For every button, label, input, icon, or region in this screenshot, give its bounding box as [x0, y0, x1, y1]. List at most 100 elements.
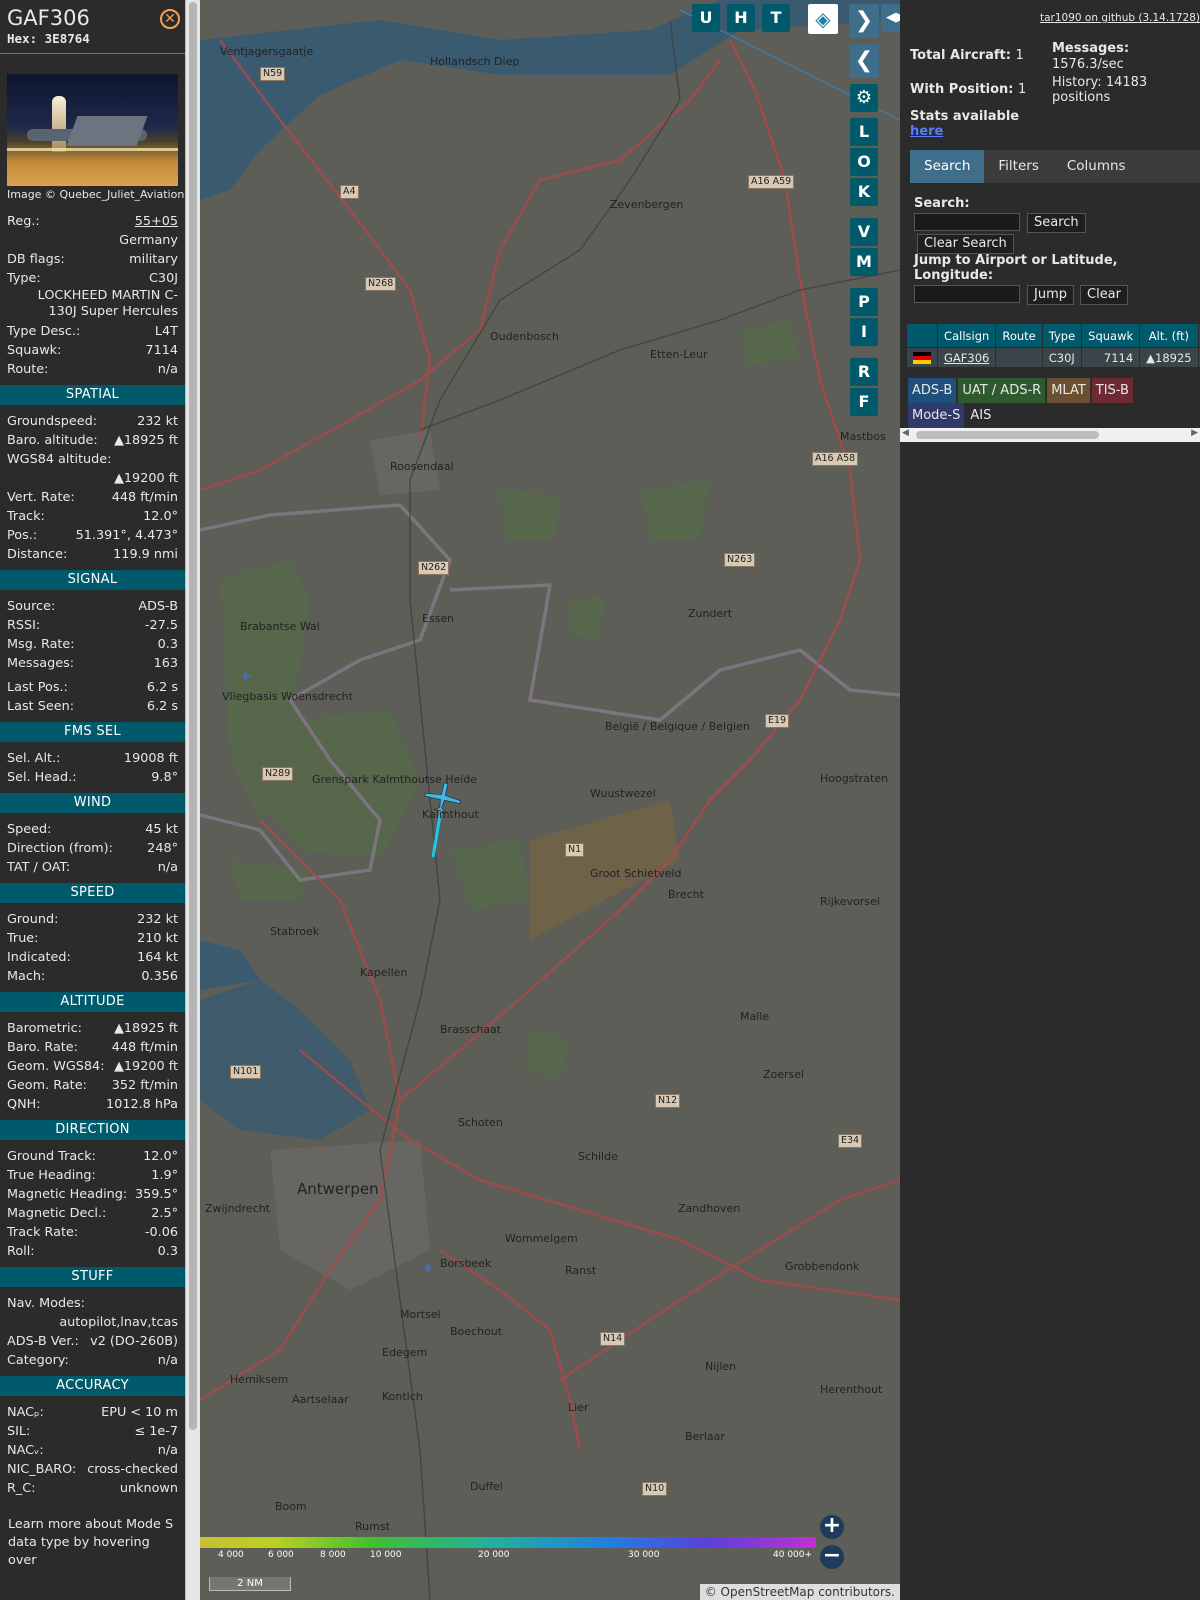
toggle-p-button[interactable]: P	[850, 288, 878, 316]
squawk-cell: 7114	[1081, 347, 1141, 368]
place-label: Wommelgem	[505, 1232, 578, 1245]
version-link[interactable]: tar1090 on github (3.14.1728)	[1040, 12, 1200, 24]
info-row: Ground Track: 12.0°	[0, 1147, 185, 1166]
place-label: Etten-Leur	[650, 348, 708, 361]
zoom-out-button[interactable]: −	[820, 1545, 844, 1569]
place-label: Roosendaal	[390, 460, 454, 473]
altitude-tick-label: 40 000+	[773, 1550, 813, 1560]
jump-input[interactable]	[914, 285, 1020, 303]
info-row: Type: C30J	[0, 269, 185, 288]
place-label: Mastbos	[840, 430, 886, 443]
tab-filters[interactable]: Filters	[984, 150, 1052, 183]
clear-button[interactable]: Clear	[1080, 285, 1128, 305]
city-label: Antwerpen	[297, 1180, 379, 1198]
road-number-label: N14	[600, 1332, 626, 1346]
search-input[interactable]	[914, 213, 1020, 231]
source-legend-item: AIS	[966, 403, 996, 428]
info-row-value: 12.0°	[143, 1149, 178, 1164]
road-number-label: N10	[642, 1482, 668, 1496]
place-label: Grenspark Kalmthoutse Heide	[312, 773, 478, 786]
toggle-v-button[interactable]: V	[850, 218, 878, 246]
toggle-f-button[interactable]: F	[850, 388, 878, 416]
info-row: Magnetic Heading: 359.5°	[0, 1185, 185, 1204]
table-row[interactable]: GAF306 C30J 7114 ▲18925	[906, 347, 1200, 368]
column-header[interactable]: Squawk	[1081, 323, 1141, 348]
toggle-m-button[interactable]: M	[850, 248, 878, 276]
info-row: ▲19200 ft	[0, 469, 185, 488]
column-header[interactable]: Callsign	[936, 323, 997, 348]
info-row-value[interactable]: 55+05	[135, 212, 178, 231]
info-row-value: 1.9°	[151, 1168, 178, 1183]
info-row-label: Category:	[7, 1353, 69, 1368]
info-row: NACₚ: EPU < 10 m	[0, 1403, 185, 1422]
place-label: Schoten	[458, 1116, 503, 1129]
expand-right-icon[interactable]: ❯	[849, 4, 879, 38]
map-canvas[interactable]: Hollandsch Diep Zevenbergen Oudenbosch Ette…	[200, 0, 900, 1600]
callsign-cell[interactable]: GAF306	[936, 347, 997, 368]
toggle-t-button[interactable]: T	[762, 4, 790, 32]
info-row-value: military	[129, 252, 178, 267]
info-row: Indicated: 164 kt	[0, 948, 185, 967]
info-row-value: 1012.8 hPa	[106, 1097, 178, 1112]
toggle-k-button[interactable]: K	[850, 178, 878, 206]
tab-search[interactable]: Search	[910, 150, 985, 183]
road-number-label: N268	[365, 277, 397, 291]
road-number-label: N262	[418, 561, 450, 575]
info-row-label: Last Pos.:	[7, 680, 68, 695]
info-row: Direction (from): 248°	[0, 839, 185, 858]
info-row-value: 210 kt	[137, 931, 178, 946]
place-label: Berlaar	[685, 1430, 725, 1443]
info-row: Nav. Modes:	[0, 1294, 185, 1313]
road-number-label: A16 A58	[812, 452, 859, 466]
info-row-label: Sel. Head.:	[7, 770, 77, 785]
layers-icon[interactable]: ◈	[808, 4, 838, 34]
aircraft-photo[interactable]	[7, 74, 178, 186]
close-icon[interactable]: ✕	[160, 9, 180, 29]
info-row: Ground: 232 kt	[0, 910, 185, 929]
place-label: Boechout	[450, 1325, 503, 1338]
jump-button[interactable]: Jump	[1027, 285, 1074, 305]
info-row-label: Pos.:	[7, 528, 38, 543]
toggle-i-button[interactable]: I	[850, 318, 878, 346]
info-row: Roll: 0.3	[0, 1242, 185, 1261]
place-label: Boom	[275, 1500, 307, 1513]
info-row-value: 0.3	[157, 637, 178, 652]
info-row-value: 6.2 s	[146, 699, 178, 714]
collapse-left-icon[interactable]: ❮	[849, 44, 879, 78]
map-attribution[interactable]: © OpenStreetMap contributors.	[699, 1584, 900, 1600]
zoom-in-button[interactable]: +	[820, 1515, 844, 1539]
column-header[interactable]: Route	[995, 323, 1043, 348]
toggle-u-button[interactable]: U	[692, 4, 720, 32]
info-row-value: Germany	[119, 233, 178, 248]
toggle-l-button[interactable]: L	[850, 118, 878, 146]
place-label: Ranst	[565, 1264, 597, 1277]
info-row-value: 232 kt	[137, 414, 178, 429]
toggle-r-button[interactable]: R	[850, 358, 878, 386]
info-row-value: 7114	[145, 343, 178, 358]
info-row-label: TAT / OAT:	[7, 860, 71, 875]
column-header[interactable]	[906, 323, 938, 348]
info-row: Msg. Rate: 0.3	[0, 635, 185, 654]
column-header[interactable]: Type	[1041, 323, 1083, 348]
road-number-label: E34	[838, 1134, 863, 1148]
toggle-o-button[interactable]: O	[850, 148, 878, 176]
history-count: History: 14183 positions	[1052, 75, 1148, 105]
tab-columns[interactable]: Columns	[1053, 150, 1140, 183]
place-label: Groot Schietveld	[590, 867, 682, 880]
column-header[interactable]: Alt. (ft)	[1139, 323, 1199, 348]
search-button[interactable]: Search	[1027, 213, 1086, 233]
info-row-label: NIC_BARO:	[7, 1462, 77, 1477]
stats-link[interactable]: here	[910, 124, 943, 139]
info-scrollbar[interactable]	[185, 0, 200, 1600]
clear-search-button[interactable]: Clear Search	[917, 234, 1014, 254]
table-hscrollbar[interactable]: ◀ ▶	[900, 428, 1200, 442]
info-row-label: Baro. Rate:	[7, 1040, 78, 1055]
info-row: R_C: unknown	[0, 1479, 185, 1498]
info-row-value: 359.5°	[134, 1187, 178, 1202]
total-aircraft: Total Aircraft: 1	[910, 48, 1024, 63]
toggle-h-button[interactable]: H	[727, 4, 755, 32]
settings-gear-icon[interactable]: ⚙	[850, 84, 878, 112]
resize-toggle-icon[interactable]: ◀▶	[881, 4, 900, 32]
info-row-label: Roll:	[7, 1244, 35, 1259]
info-row: Messages: 163	[0, 654, 185, 673]
